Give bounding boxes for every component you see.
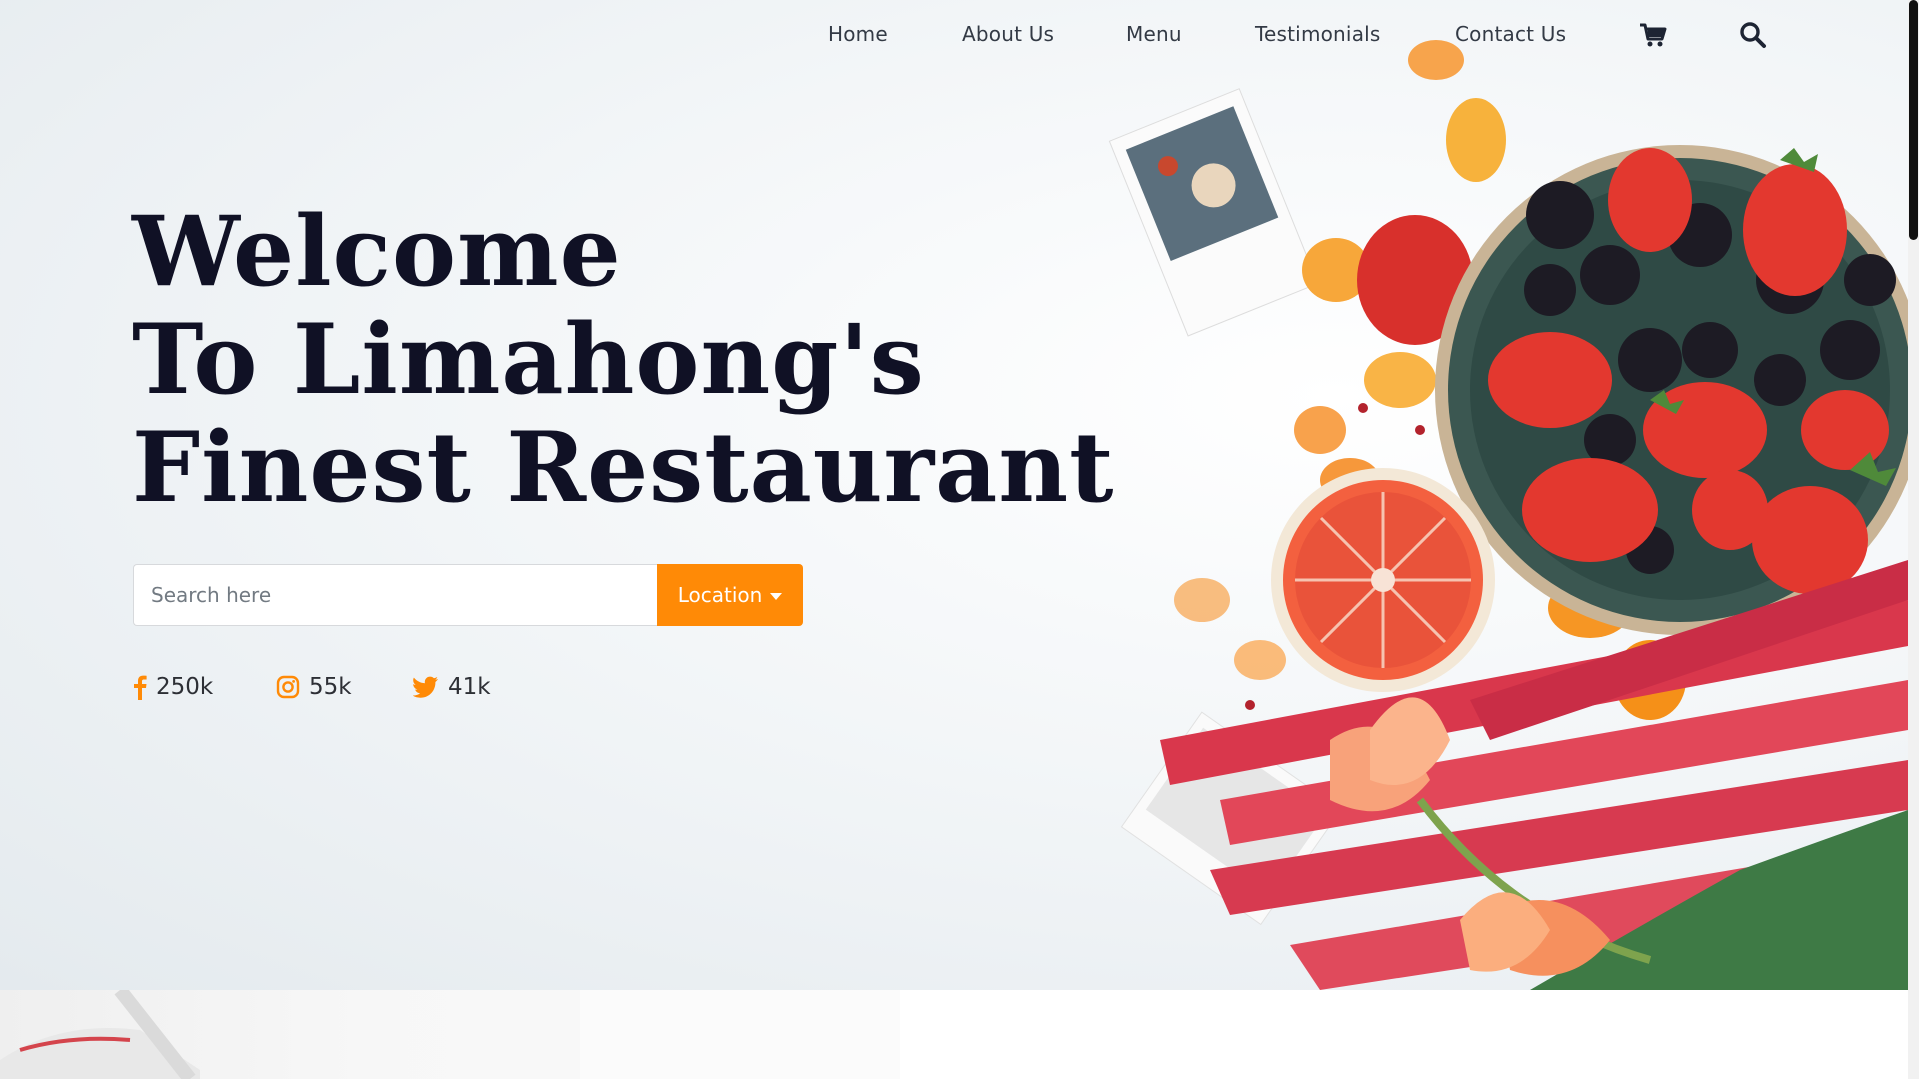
instagram-stat[interactable]: 55k <box>276 674 352 700</box>
search-bar: Location <box>133 564 803 626</box>
caret-down-icon <box>770 593 783 600</box>
twitter-count: 41k <box>448 674 491 700</box>
next-section-photo <box>0 990 900 1079</box>
next-section <box>0 990 1908 1079</box>
nav-about-us[interactable]: About Us <box>962 22 1054 46</box>
location-label: Location <box>677 583 763 607</box>
headline-line-1: Welcome <box>132 195 622 308</box>
page-scrollbar-track[interactable] <box>1908 0 1919 1079</box>
facebook-icon <box>134 675 147 700</box>
headline-line-3: Finest Restaurant <box>132 411 1115 524</box>
location-dropdown-button[interactable]: Location <box>657 564 803 626</box>
facebook-count: 250k <box>156 674 214 700</box>
page-scrollbar-thumb[interactable] <box>1909 0 1918 240</box>
twitter-icon <box>413 676 438 698</box>
instagram-icon <box>276 675 300 699</box>
facebook-stat[interactable]: 250k <box>133 674 213 700</box>
nav-home[interactable]: Home <box>828 22 888 46</box>
hero-headline: Welcome To Limahong's Finest Restaurant <box>132 198 1114 522</box>
hero-section: Home About Us Menu Testimonials Contact … <box>0 0 1908 990</box>
fruit-bowl-image <box>1108 40 1908 990</box>
instagram-count: 55k <box>309 674 352 700</box>
twitter-stat[interactable]: 41k <box>413 674 491 700</box>
search-input[interactable] <box>133 564 657 626</box>
headline-line-2: To Limahong's <box>132 303 925 416</box>
